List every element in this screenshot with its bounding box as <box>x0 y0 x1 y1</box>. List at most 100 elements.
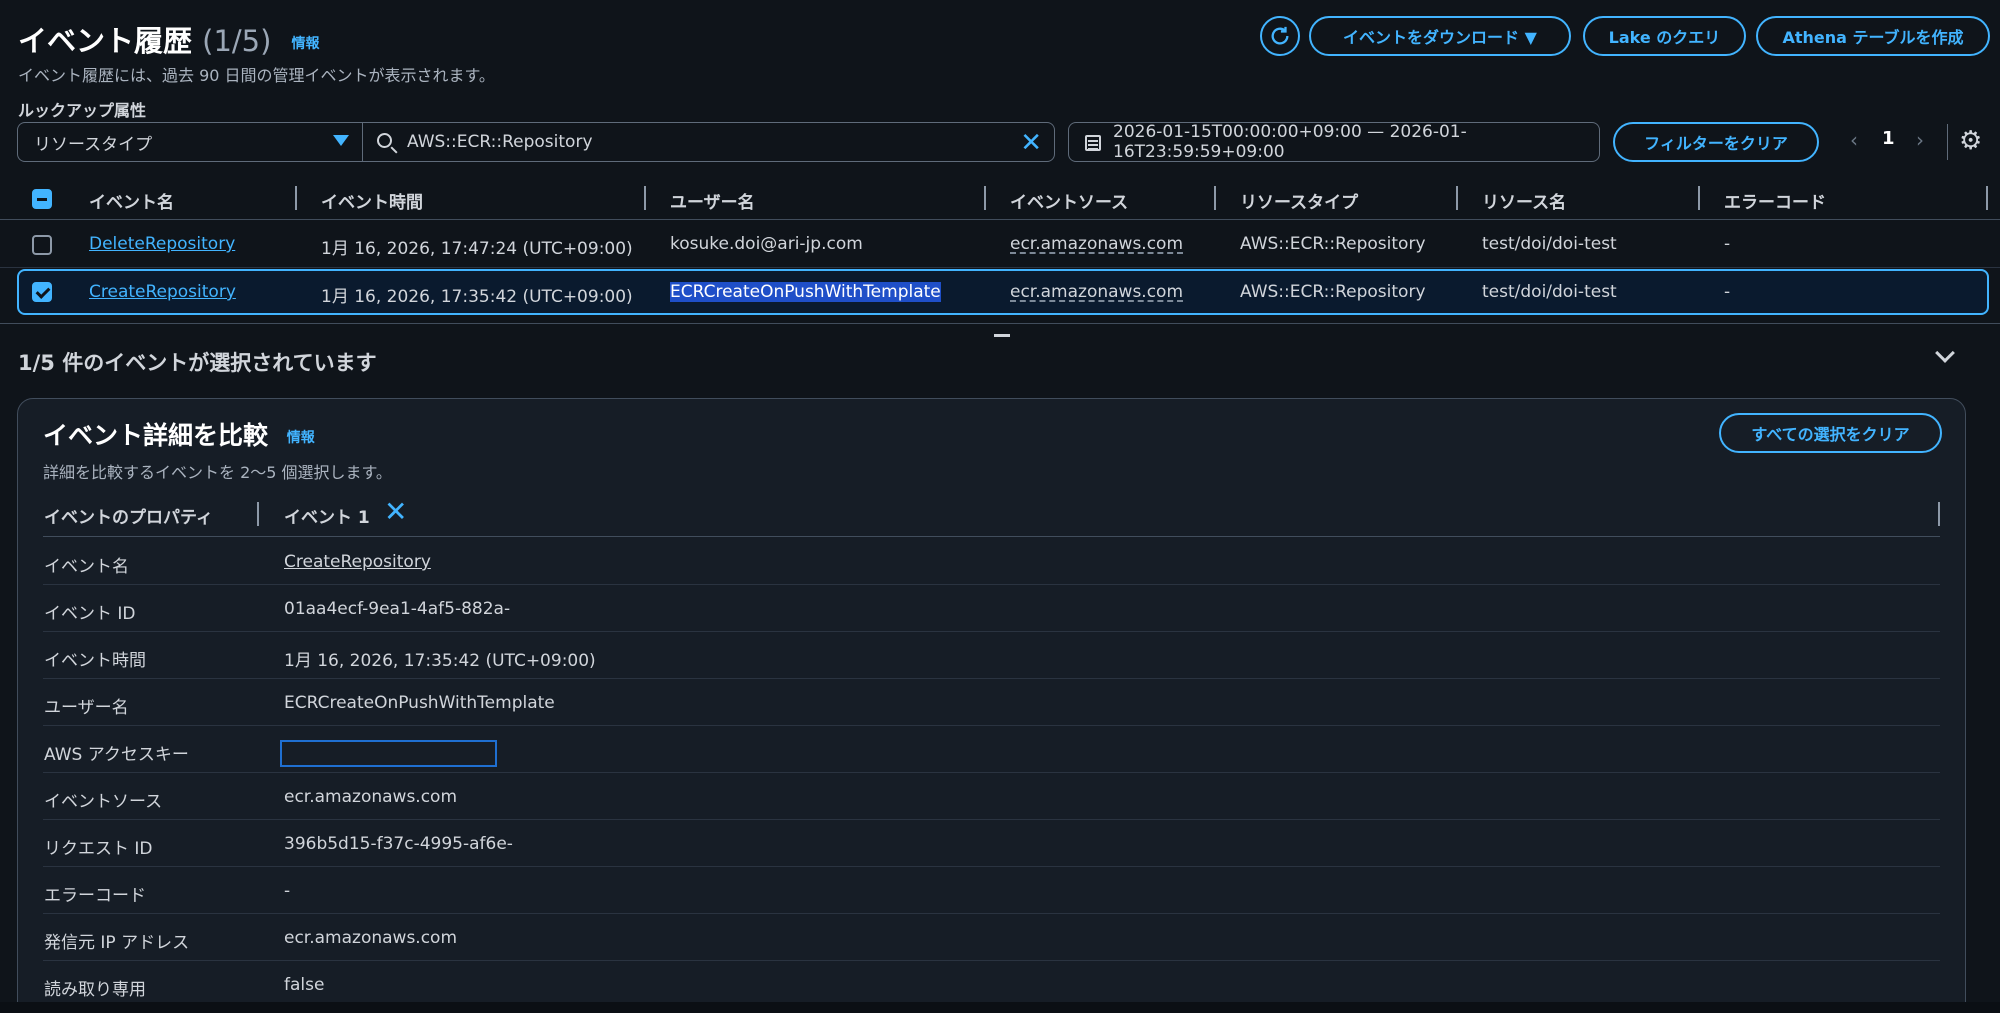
resize-handle-icon[interactable] <box>994 334 1010 337</box>
event-time: 1月 16, 2026, 17:35:42 (UTC+09:00) <box>321 287 633 307</box>
user-name: kosuke.doi@ari-jp.com <box>670 234 863 254</box>
column-resizer[interactable] <box>295 186 297 210</box>
property-label: AWS アクセスキー <box>44 745 189 765</box>
column-resizer[interactable] <box>1456 186 1458 210</box>
column-resizer[interactable] <box>1938 502 1940 526</box>
chevron-down-icon[interactable] <box>1935 343 1955 363</box>
divider <box>43 960 1940 961</box>
column-resizer[interactable] <box>1986 186 1988 210</box>
property-label: イベントソース <box>44 792 163 812</box>
event-source[interactable]: ecr.amazonaws.com <box>1010 234 1183 254</box>
current-page[interactable]: 1 <box>1882 128 1895 149</box>
compare-title: イベント詳細を比較 情報 <box>43 416 315 452</box>
lake-query-button[interactable]: Lake のクエリ <box>1583 16 1746 56</box>
divider <box>43 631 1940 632</box>
resource-type: AWS::ECR::Repository <box>1240 282 1426 302</box>
property-value-link[interactable]: CreateRepository <box>284 552 431 572</box>
select-all-checkbox[interactable] <box>32 189 52 209</box>
property-label: イベント名 <box>44 557 129 577</box>
column-resizer[interactable] <box>1214 186 1216 210</box>
column-header-event-time[interactable]: イベント時間 <box>321 188 423 213</box>
page-title: イベント履歴 (1/5) 情報 <box>18 18 320 60</box>
info-link[interactable]: 情報 <box>287 430 315 446</box>
refresh-button[interactable] <box>1260 16 1300 56</box>
event-time: 1月 16, 2026, 17:47:24 (UTC+09:00) <box>321 239 633 259</box>
property-label: エラーコード <box>44 886 146 906</box>
gear-icon[interactable]: ⚙ <box>1959 126 1982 156</box>
clear-all-selections-button[interactable]: すべての選択をクリア <box>1719 413 1942 453</box>
divider <box>43 819 1940 820</box>
search-value: AWS::ECR::Repository <box>407 132 593 152</box>
column-resizer[interactable] <box>1698 186 1700 210</box>
column-header-property: イベントのプロパティ <box>44 508 213 528</box>
resource-name: test/doi/doi-test <box>1482 282 1617 302</box>
property-label: ユーザー名 <box>44 698 129 718</box>
bottom-edge <box>0 1002 2000 1013</box>
caret-down-icon <box>333 135 349 146</box>
column-header-event-1: イベント 1 <box>284 508 370 528</box>
property-value: - <box>284 881 291 901</box>
lookup-search-input[interactable]: AWS::ECR::Repository ✕ <box>362 122 1055 162</box>
lookup-attribute-value: リソースタイプ <box>34 134 153 155</box>
table-header: イベント名 イベント時間 ユーザー名 イベントソース リソースタイプ リソース名… <box>0 178 2000 220</box>
property-label: 発信元 IP アドレス <box>44 933 190 953</box>
row-checkbox[interactable] <box>32 235 52 255</box>
access-key-focus-box[interactable] <box>280 740 497 767</box>
error-code: - <box>1724 234 1731 254</box>
column-header-event-source[interactable]: イベントソース <box>1010 188 1128 213</box>
column-header-resource-type[interactable]: リソースタイプ <box>1240 188 1358 213</box>
divider <box>43 584 1940 585</box>
next-page-icon[interactable]: › <box>1916 128 1924 152</box>
column-header-resource-name[interactable]: リソース名 <box>1482 188 1566 213</box>
column-header-user-name[interactable]: ユーザー名 <box>670 188 755 213</box>
user-name: ECRCreateOnPushWithTemplate <box>670 282 941 302</box>
error-code: - <box>1724 282 1731 302</box>
divider <box>43 725 1940 726</box>
compare-title-text: イベント詳細を比較 <box>43 421 269 450</box>
event-source[interactable]: ecr.amazonaws.com <box>1010 282 1183 302</box>
date-range-picker[interactable]: 2026-01-15T00:00:00+09:00 — 2026-01-16T2… <box>1068 122 1600 162</box>
property-value: 1月 16, 2026, 17:35:42 (UTC+09:00) <box>284 651 596 671</box>
search-icon <box>377 133 392 148</box>
column-header-event-name[interactable]: イベント名 <box>89 188 174 213</box>
clear-filters-button[interactable]: フィルターをクリア <box>1613 122 1819 162</box>
property-label: リクエスト ID <box>44 839 153 859</box>
date-range-value: 2026-01-15T00:00:00+09:00 — 2026-01-16T2… <box>1113 122 1467 162</box>
title-text: イベント履歴 <box>18 24 193 58</box>
close-icon[interactable]: ✕ <box>384 495 407 528</box>
divider <box>43 678 1940 679</box>
create-athena-table-button[interactable]: Athena テーブルを作成 <box>1756 16 1990 56</box>
property-value: ECRCreateOnPushWithTemplate <box>284 693 555 713</box>
lookup-attributes-label: ルックアップ属性 <box>18 101 147 120</box>
divider <box>43 913 1940 914</box>
row-checkbox[interactable] <box>32 282 52 302</box>
divider <box>43 866 1940 867</box>
table-row-selected[interactable]: CreateRepository 1月 16, 2026, 17:35:42 (… <box>17 269 1989 315</box>
event-name-link[interactable]: CreateRepository <box>89 282 236 302</box>
previous-page-icon[interactable]: ‹ <box>1850 128 1858 152</box>
property-label: イベント ID <box>44 604 136 624</box>
column-header-error-code[interactable]: エラーコード <box>1724 188 1826 213</box>
resource-name: test/doi/doi-test <box>1482 234 1617 254</box>
column-resizer[interactable] <box>644 186 646 210</box>
compare-subtitle: 詳細を比較するイベントを 2〜5 個選択します。 <box>43 463 392 482</box>
divider <box>1947 124 1948 160</box>
calendar-icon <box>1085 135 1101 151</box>
property-value: ecr.amazonaws.com <box>284 787 458 807</box>
download-events-button[interactable]: イベントをダウンロード ▼ <box>1309 16 1571 56</box>
event-count: (1/5) <box>202 24 272 58</box>
lookup-attribute-select[interactable]: リソースタイプ <box>17 122 363 162</box>
divider <box>43 536 1940 537</box>
column-resizer[interactable] <box>984 186 986 210</box>
property-label: イベント時間 <box>44 651 146 671</box>
clear-search-icon[interactable]: ✕ <box>1020 128 1042 158</box>
column-resizer[interactable] <box>257 502 259 526</box>
refresh-icon <box>1271 26 1289 45</box>
property-label: 読み取り専用 <box>44 980 146 1000</box>
page-subtitle: イベント履歴には、過去 90 日間の管理イベントが表示されます。 <box>18 66 495 85</box>
property-value: 01aa4ecf-9ea1-4af5-882a- <box>284 599 511 619</box>
event-name-link[interactable]: DeleteRepository <box>89 234 235 254</box>
property-value: false <box>284 975 325 995</box>
info-link[interactable]: 情報 <box>292 36 320 52</box>
table-row[interactable]: DeleteRepository 1月 16, 2026, 17:47:24 (… <box>0 222 2000 268</box>
